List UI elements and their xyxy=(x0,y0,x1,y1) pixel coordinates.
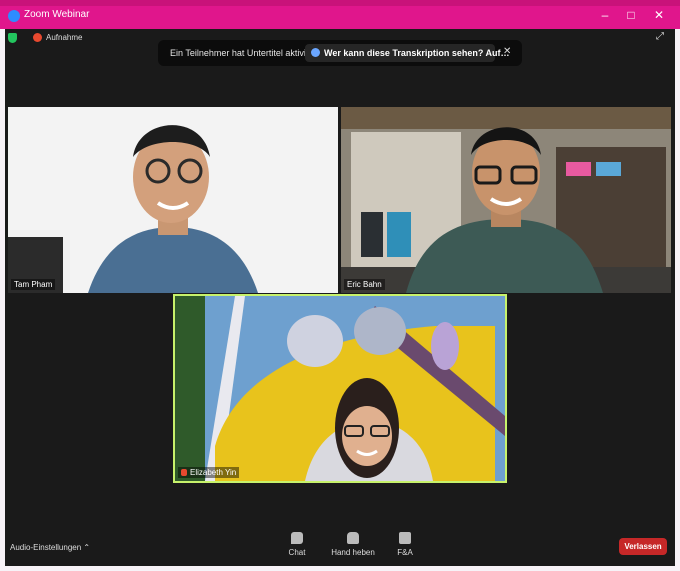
mic-muted-icon xyxy=(181,469,187,477)
security-shield-icon[interactable] xyxy=(8,33,17,43)
video-feed-eric-bahn xyxy=(341,107,671,293)
banner-message: Ein Teilnehmer hat Untertitel aktiviert xyxy=(170,48,317,58)
transcript-visibility-link[interactable]: Wer kann diese Transkription sehen? Auf… xyxy=(305,44,510,62)
participant-name-eric-bahn: Eric Bahn xyxy=(344,279,385,290)
participant-name-elizabeth-yin: Elizabeth Yin xyxy=(178,467,240,478)
fullscreen-icon[interactable]: ⤢ xyxy=(656,31,666,42)
video-tile-eric-bahn[interactable]: Eric Bahn xyxy=(341,107,671,293)
chat-label: Chat xyxy=(288,548,306,557)
browser-tab-strip xyxy=(0,0,680,6)
chat-bubble-icon xyxy=(291,532,303,544)
close-window-button[interactable]: ✕ xyxy=(652,8,666,22)
video-feed-elizabeth-yin xyxy=(175,296,505,481)
banner-close-button[interactable]: ✕ xyxy=(503,46,511,57)
raise-hand-button[interactable]: Hand heben xyxy=(328,532,378,557)
qa-bubbles-icon xyxy=(399,532,411,544)
person-icon xyxy=(311,48,320,57)
window-titlebar: Zoom Webinar – □ ✕ xyxy=(0,0,680,29)
qa-label: F&A xyxy=(397,548,413,557)
recording-icon xyxy=(33,33,42,42)
window-title: Zoom Webinar xyxy=(24,9,90,20)
recording-label: Aufnahme xyxy=(46,33,83,42)
minimize-button[interactable]: – xyxy=(598,8,612,22)
leave-button[interactable]: Verlassen xyxy=(619,538,667,555)
video-tile-tam-pham[interactable]: Tam Pham xyxy=(8,107,338,293)
participant-name-tam-pham: Tam Pham xyxy=(11,279,56,290)
qa-button[interactable]: F&A xyxy=(380,532,430,557)
zoom-app-icon xyxy=(8,10,20,22)
video-tile-elizabeth-yin[interactable]: Elizabeth Yin xyxy=(173,294,507,483)
chat-button[interactable]: Chat xyxy=(272,532,322,557)
captions-banner: Ein Teilnehmer hat Untertitel aktiviert … xyxy=(158,40,522,66)
maximize-button[interactable]: □ xyxy=(624,8,638,22)
hand-icon xyxy=(347,532,359,544)
participant-name-text: Elizabeth Yin xyxy=(190,468,237,477)
meeting-controls-bar: Audio-Einstellungen ⌃ Chat Hand heben F&… xyxy=(5,530,675,566)
banner-link-label: Wer kann diese Transkription sehen? Auf… xyxy=(324,48,510,58)
raise-hand-label: Hand heben xyxy=(331,548,375,557)
audio-settings-button[interactable]: Audio-Einstellungen ⌃ xyxy=(10,543,90,552)
video-feed-tam-pham xyxy=(8,107,338,293)
